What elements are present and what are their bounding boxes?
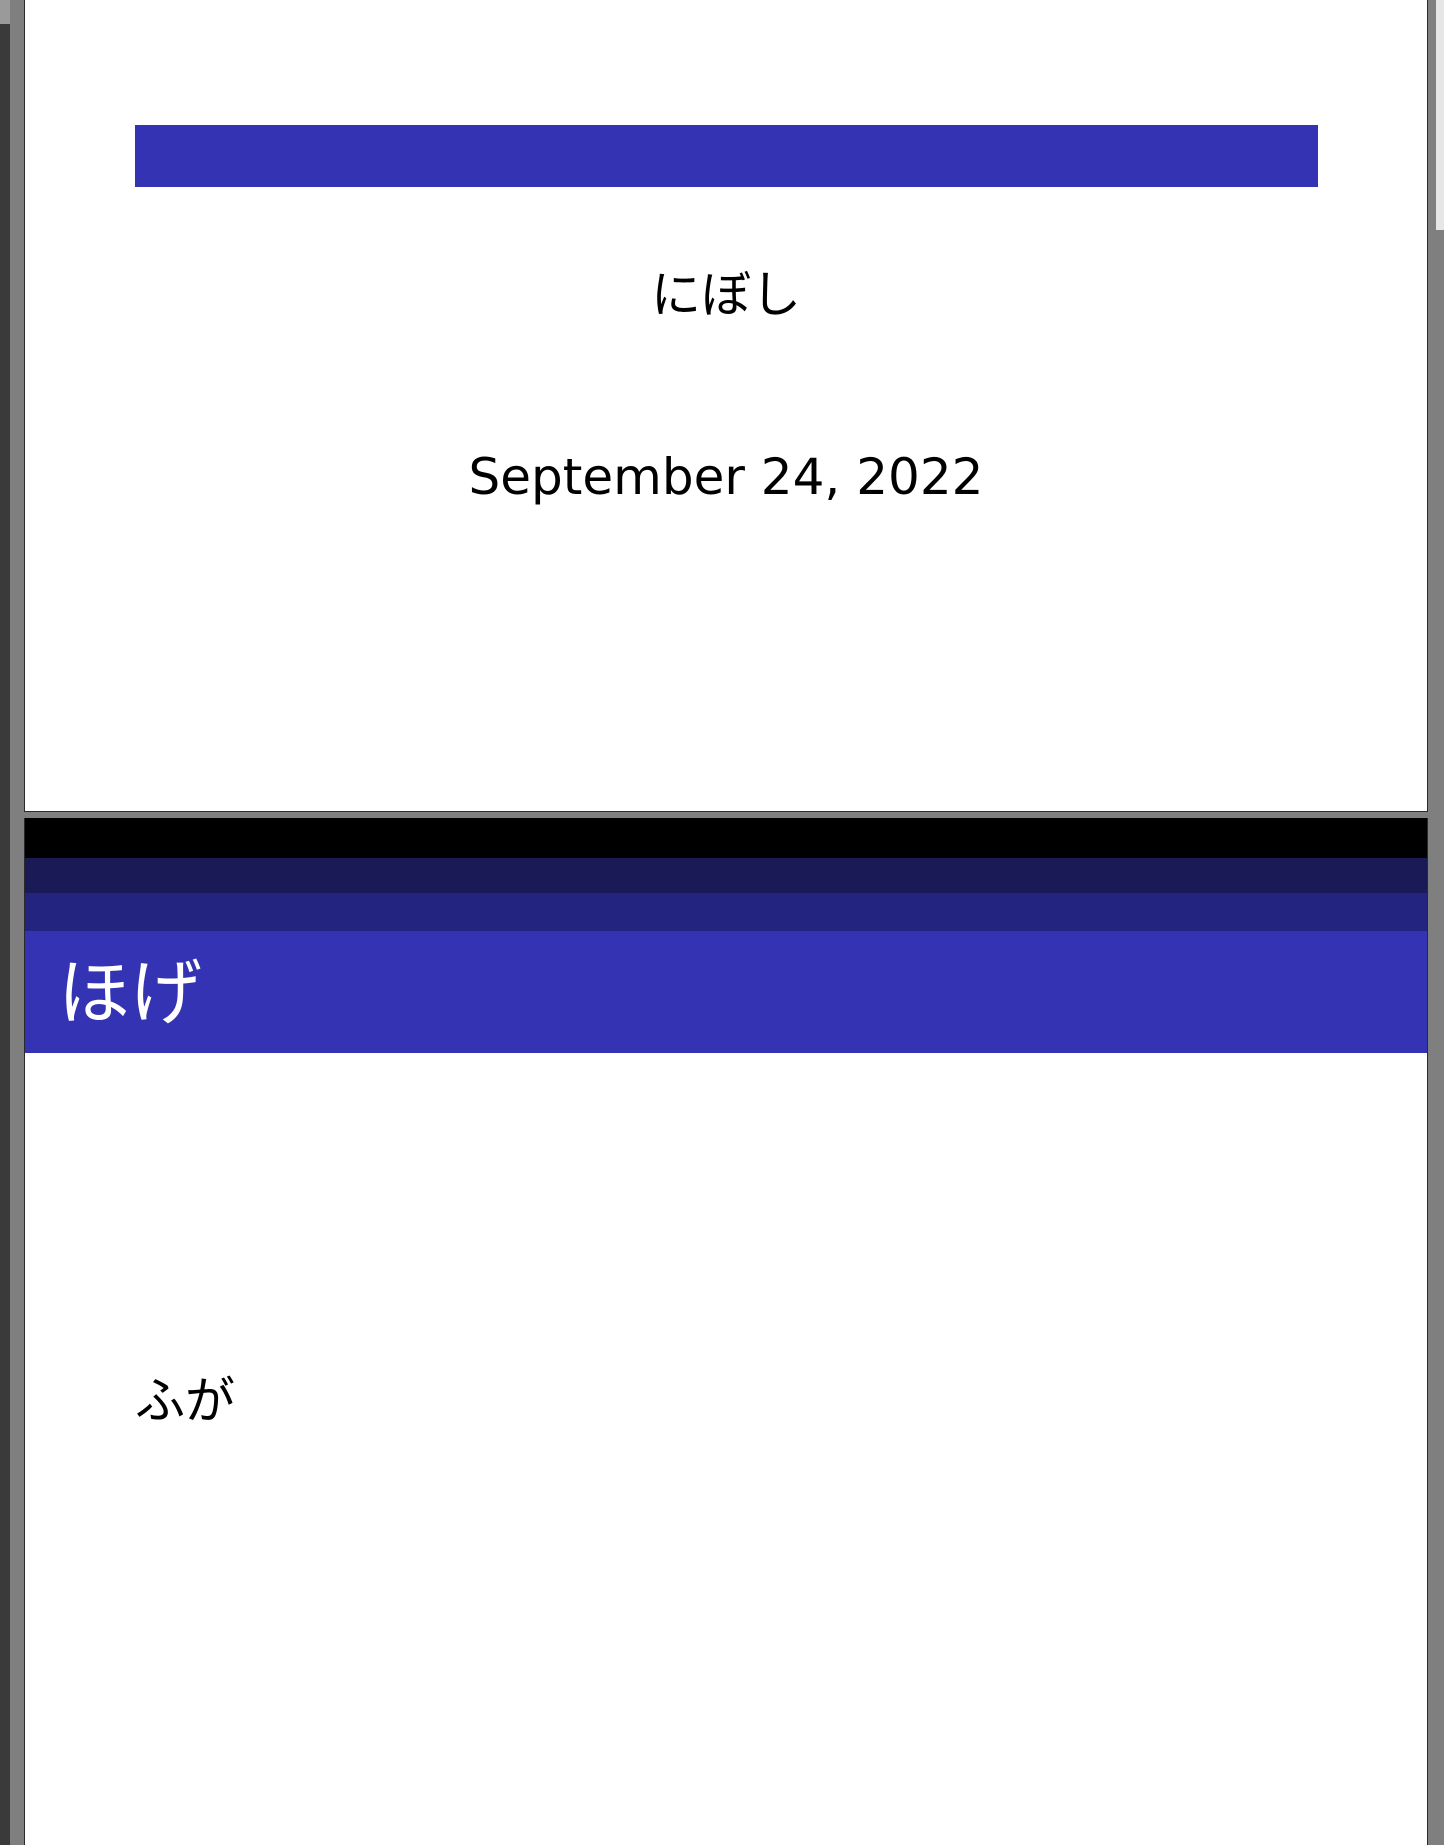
headline-strip xyxy=(25,818,1427,858)
slide-page-title: にぼし September 24, 2022 xyxy=(24,0,1428,812)
frame-title-bar: ほげ xyxy=(25,931,1427,1053)
section-navigation-strip xyxy=(25,858,1427,893)
title-banner xyxy=(135,125,1318,187)
slide-author: にぼし xyxy=(651,266,801,324)
frame-title: ほげ xyxy=(58,951,203,1035)
vertical-scrollbar[interactable] xyxy=(1428,0,1444,1845)
vertical-scroll-thumb[interactable] xyxy=(1436,0,1444,230)
slide-page-frame: ほげ ふが xyxy=(24,818,1428,1845)
left-scroll-thumb[interactable] xyxy=(0,0,10,24)
left-panel-edge xyxy=(0,0,10,1845)
pdf-viewer: にぼし September 24, 2022 ほげ ふが xyxy=(0,0,1444,1845)
subsection-navigation-strip xyxy=(25,893,1427,931)
frame-body-text: ふが xyxy=(135,1372,235,1430)
slide-date: September 24, 2022 xyxy=(468,448,984,506)
